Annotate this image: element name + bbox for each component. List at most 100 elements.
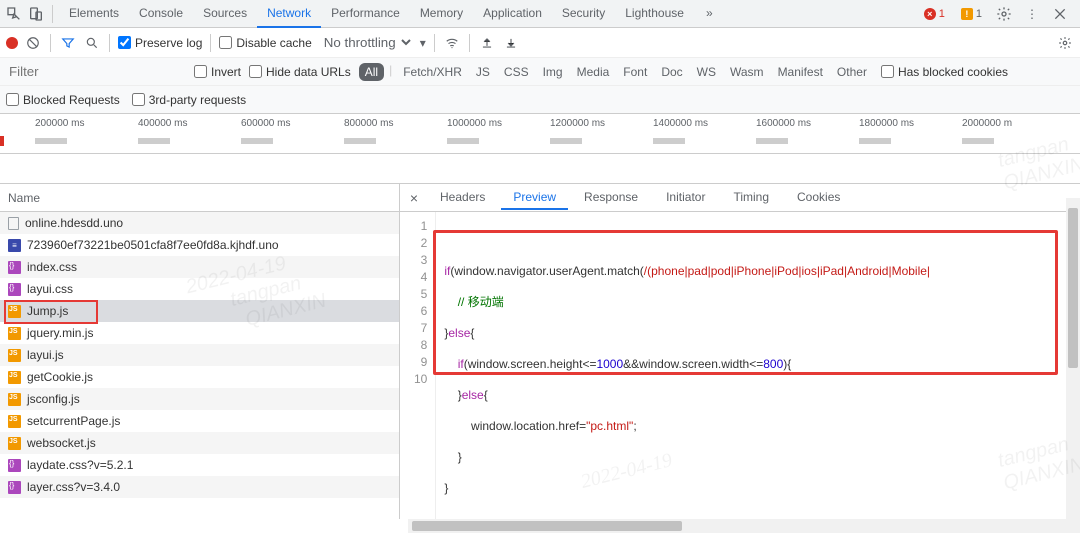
request-row[interactable]: jsconfig.js (0, 388, 399, 410)
tab-console[interactable]: Console (129, 0, 193, 28)
preview-pane[interactable]: 12345678910 if(window.navigator.userAgen… (400, 212, 1080, 519)
timeline-tick: 800000 ms (344, 118, 393, 129)
tab-security[interactable]: Security (552, 0, 615, 28)
filter-type-fetch-xhr[interactable]: Fetch/XHR (397, 63, 468, 81)
request-row[interactable]: layui.css (0, 278, 399, 300)
filter-type-all[interactable]: All (359, 63, 384, 81)
preserve-log-checkbox[interactable]: Preserve log (118, 36, 202, 50)
timeline-overview[interactable]: 200000 ms400000 ms600000 ms800000 ms1000… (0, 114, 1080, 154)
detail-tab-headers[interactable]: Headers (428, 186, 497, 210)
filter-input[interactable] (6, 61, 186, 82)
filter-type-js[interactable]: JS (470, 63, 496, 81)
request-row[interactable]: laydate.css?v=5.2.1 (0, 454, 399, 476)
request-row[interactable]: layer.css?v=3.4.0 (0, 476, 399, 498)
wifi-icon[interactable] (443, 34, 461, 52)
gear-icon[interactable] (994, 4, 1014, 24)
tab-sources[interactable]: Sources (193, 0, 257, 28)
tab-performance[interactable]: Performance (321, 0, 410, 28)
request-row[interactable]: websocket.js (0, 432, 399, 454)
request-name: getCookie.js (27, 370, 93, 384)
has-blocked-cookies-checkbox[interactable]: Has blocked cookies (881, 65, 1008, 79)
record-button[interactable] (6, 37, 18, 49)
request-name: index.css (27, 260, 77, 274)
request-name: jsconfig.js (27, 392, 80, 406)
source-code: if(window.navigator.userAgent.match(/(ph… (436, 212, 938, 519)
disable-cache-checkbox[interactable]: Disable cache (219, 36, 311, 50)
vertical-scrollbar[interactable] (1066, 198, 1080, 533)
network-toolbar: Preserve log Disable cache No throttling… (0, 28, 1080, 58)
inspect-icon[interactable] (4, 4, 24, 24)
filter-type-img[interactable]: Img (537, 63, 569, 81)
third-party-label: 3rd-party requests (149, 93, 246, 107)
hide-data-urls-checkbox[interactable]: Hide data URLs (249, 65, 351, 79)
request-row[interactable]: setcurrentPage.js (0, 410, 399, 432)
close-icon[interactable] (1050, 4, 1070, 24)
tab-application[interactable]: Application (473, 0, 552, 28)
filter-type-ws[interactable]: WS (691, 63, 722, 81)
main-panel: Name online.hdesdd.uno ≡ 723960ef73221be05… (0, 184, 1080, 519)
tab-lighthouse[interactable]: Lighthouse (615, 0, 694, 28)
upload-icon[interactable] (478, 34, 496, 52)
request-name: websocket.js (27, 436, 96, 450)
request-row[interactable]: online.hdesdd.uno (0, 212, 399, 234)
request-name: 723960ef73221be0501cfa8f7ee0fd8a.kjhdf.u… (27, 238, 279, 252)
more-tabs[interactable]: » (696, 0, 723, 28)
separator (109, 34, 110, 52)
separator (434, 34, 435, 52)
css-file-icon (8, 283, 21, 296)
request-row[interactable]: getCookie.js (0, 366, 399, 388)
gear-icon[interactable] (1056, 34, 1074, 52)
name-column-header[interactable]: Name (0, 184, 399, 212)
detail-tab-initiator[interactable]: Initiator (654, 186, 717, 210)
filter-type-doc[interactable]: Doc (655, 63, 688, 81)
filter-type-manifest[interactable]: Manifest (772, 63, 829, 81)
warning-count: 1 (976, 8, 982, 20)
separator (52, 5, 53, 23)
request-row[interactable]: layui.js (0, 344, 399, 366)
blocked-requests-checkbox[interactable]: Blocked Requests (6, 93, 120, 107)
clear-icon[interactable] (24, 34, 42, 52)
horizontal-scrollbar[interactable] (408, 519, 1080, 533)
tab-network[interactable]: Network (257, 0, 321, 28)
warning-badge[interactable]: !1 (957, 7, 986, 21)
throttling-select[interactable]: No throttling (318, 32, 414, 53)
request-row[interactable]: ≡ 723960ef73221be0501cfa8f7ee0fd8a.kjhdf.… (0, 234, 399, 256)
error-count: 1 (939, 8, 945, 20)
tab-elements[interactable]: Elements (59, 0, 129, 28)
kebab-icon[interactable]: ⋮ (1022, 4, 1042, 24)
download-icon[interactable] (502, 34, 520, 52)
device-toggle-icon[interactable] (26, 4, 46, 24)
close-detail-icon[interactable]: × (404, 190, 424, 206)
timeline-gap (0, 154, 1080, 184)
timeline-tick: 1600000 ms (756, 118, 811, 129)
third-party-checkbox[interactable]: 3rd-party requests (132, 93, 246, 107)
search-icon[interactable] (83, 34, 101, 52)
filter-type-other[interactable]: Other (831, 63, 873, 81)
invert-label: Invert (211, 65, 241, 79)
request-row[interactable]: Jump.js (0, 300, 399, 322)
detail-tab-timing[interactable]: Timing (721, 186, 781, 210)
filter-type-wasm[interactable]: Wasm (724, 63, 770, 81)
request-name: layui.css (27, 282, 73, 296)
detail-tab-response[interactable]: Response (572, 186, 650, 210)
js-file-icon (8, 349, 21, 362)
timeline-tick: 600000 ms (241, 118, 290, 129)
hide-data-urls-label: Hide data URLs (266, 65, 351, 79)
detail-tab-preview[interactable]: Preview (501, 186, 568, 210)
js-file-icon (8, 415, 21, 428)
invert-checkbox[interactable]: Invert (194, 65, 241, 79)
tab-memory[interactable]: Memory (410, 0, 473, 28)
timeline-tick: 400000 ms (138, 118, 187, 129)
eq-file-icon: ≡ (8, 239, 21, 252)
filter-type-css[interactable]: CSS (498, 63, 535, 81)
request-row[interactable]: jquery.min.js (0, 322, 399, 344)
request-detail-panel: × HeadersPreviewResponseInitiatorTimingC… (400, 184, 1080, 519)
error-badge[interactable]: ×1 (920, 7, 949, 21)
preserve-log-label: Preserve log (135, 36, 202, 50)
detail-tab-cookies[interactable]: Cookies (785, 186, 852, 210)
filter-type-font[interactable]: Font (617, 63, 653, 81)
filter-type-media[interactable]: Media (571, 63, 616, 81)
doc-file-icon (8, 217, 19, 230)
request-row[interactable]: index.css (0, 256, 399, 278)
filter-icon[interactable] (59, 34, 77, 52)
